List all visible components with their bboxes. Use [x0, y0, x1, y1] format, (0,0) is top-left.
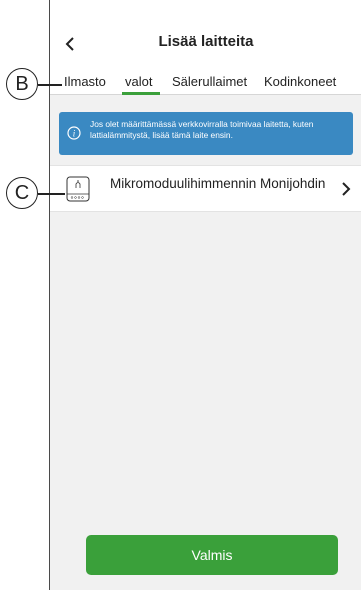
tab-kodinkoneet[interactable]: Kodinkoneet	[264, 74, 336, 89]
chevron-right-icon	[342, 182, 351, 196]
callout-b: B	[6, 68, 38, 100]
callout-b-line	[38, 84, 62, 86]
app-screen: Lisää laitteita Ilmasto valot Sälerullai…	[49, 0, 361, 590]
info-banner: i Jos olet määrittämässä verkkovirralla …	[59, 112, 353, 155]
done-button[interactable]: Valmis	[86, 535, 338, 575]
info-text: Jos olet määrittämässä verkkovirralla to…	[90, 119, 314, 140]
callout-c: C	[6, 177, 38, 209]
info-icon: i	[67, 126, 81, 140]
svg-text:i: i	[73, 129, 76, 139]
active-tab-indicator	[122, 92, 160, 95]
device-name: Mikromoduulihimmennin Monijohdin	[110, 176, 326, 191]
page-title: Lisää laitteita	[158, 33, 254, 50]
tab-salerullaimet[interactable]: Sälerullaimet	[172, 74, 247, 89]
tab-valot[interactable]: valot	[125, 74, 152, 89]
dimmer-module-icon	[66, 176, 90, 202]
device-list-item[interactable]: Mikromoduulihimmennin Monijohdin	[50, 165, 361, 212]
category-tabs: Ilmasto valot Sälerullaimet Kodinkoneet	[50, 74, 361, 94]
callout-c-line	[38, 193, 65, 195]
header: Lisää laitteita Ilmasto valot Sälerullai…	[50, 0, 361, 95]
tab-ilmasto[interactable]: Ilmasto	[64, 74, 106, 89]
